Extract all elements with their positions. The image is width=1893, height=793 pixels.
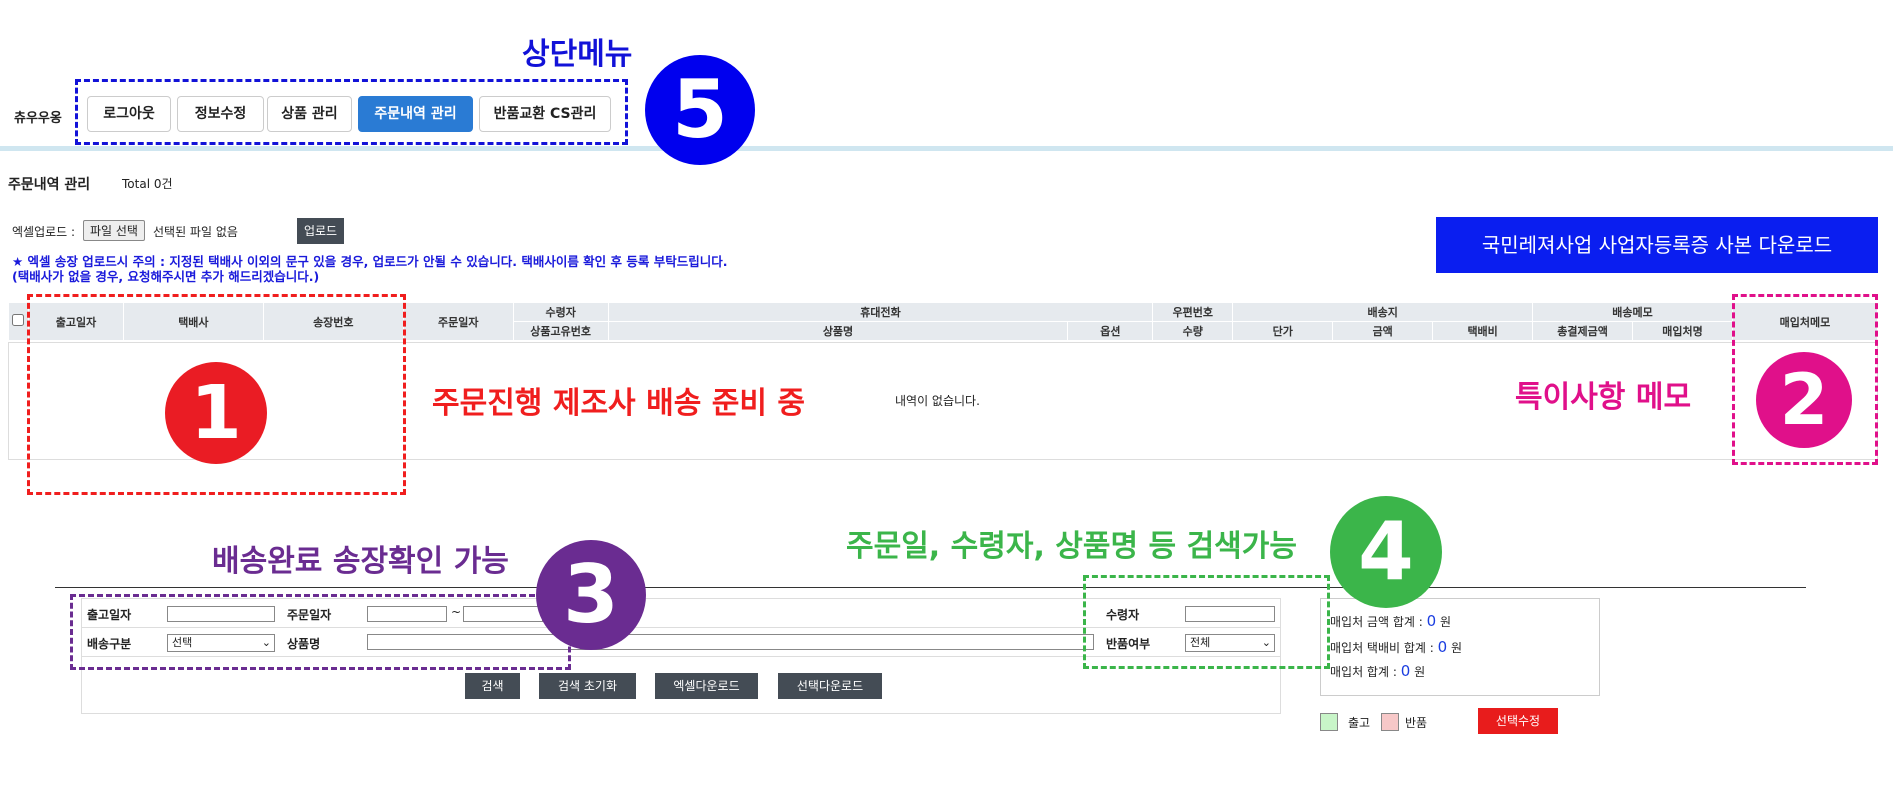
notice-line-2: (택배사가 없을 경우, 요청해주시면 추가 해드리겠습니다.) — [12, 269, 320, 284]
brand-name: 츄우우옹 — [14, 111, 62, 126]
th-product-name: 상품명 — [607, 321, 1069, 341]
th-shipping-fee: 택배비 — [1432, 321, 1534, 341]
excel-upload-label: 엑셀업로드 : — [12, 225, 76, 239]
top-menu-annotation: 상단메뉴 — [522, 37, 633, 72]
select-all-cell — [8, 302, 29, 341]
vendor-amount-value: 0 — [1426, 612, 1437, 630]
edit-selected-button[interactable]: 선택수정 — [1478, 708, 1558, 734]
search-reset-button[interactable]: 검색 초기화 — [539, 673, 636, 699]
th-address: 배송지 — [1232, 302, 1534, 322]
th-total-paid: 총결제금액 — [1532, 321, 1634, 341]
th-order-date: 주문일자 — [402, 302, 514, 341]
vendor-ship-sum: 매입처 택배비 합계 : 0 원 — [1330, 638, 1462, 656]
unit-label: 원 — [1414, 665, 1426, 679]
license-download-button[interactable]: 국민레져사업 사업자등록증 사본 다운로드 — [1436, 217, 1878, 273]
annotation-number-1: 1 — [165, 362, 267, 464]
empty-message: 내역이 없습니다. — [895, 394, 980, 408]
search-dates-highlight — [70, 594, 571, 670]
vendor-amount-sum: 매입처 금액 합계 : 0 원 — [1330, 612, 1451, 630]
upload-button[interactable]: 업로드 — [297, 218, 344, 244]
th-phone: 휴대전화 — [607, 302, 1154, 322]
annotation-text-2: 특이사항 메모 — [1515, 380, 1692, 415]
file-status: 선택된 파일 없음 — [153, 225, 238, 239]
annotation-number-3: 3 — [536, 540, 646, 650]
annotation-text-3: 배송완료 송장확인 가능 — [212, 544, 509, 579]
annotation-text-1: 주문진행 제조사 배송 준비 중 — [432, 386, 805, 421]
unit-label: 원 — [1439, 615, 1452, 629]
th-amount: 금액 — [1332, 321, 1434, 341]
top-menu-highlight — [75, 79, 628, 145]
vendor-ship-value: 0 — [1437, 638, 1448, 656]
th-option: 옵션 — [1067, 321, 1154, 341]
th-unit-price: 단가 — [1232, 321, 1334, 341]
upload-notice: ★ 엑셀 송장 업로드시 주의 : 지정된 택배사 이외의 문구 있을 경우, … — [12, 254, 728, 284]
annotation-number-4: 4 — [1330, 496, 1442, 608]
th-zip: 우편번호 — [1152, 302, 1234, 322]
vendor-total-sum: 매입처 합계 : 0 원 — [1330, 662, 1425, 680]
page-title: 주문내역 관리 — [8, 177, 91, 193]
shipped-legend-swatch — [1320, 713, 1338, 731]
select-all-checkbox[interactable] — [12, 314, 25, 326]
top-divider — [0, 146, 1893, 151]
th-qty: 수량 — [1152, 321, 1234, 341]
unit-label: 원 — [1451, 641, 1463, 655]
total-count: Total 0건 — [122, 177, 173, 191]
vendor-ship-label: 매입처 택배비 합계 : — [1330, 641, 1434, 655]
returned-legend-swatch — [1381, 713, 1399, 731]
th-memo: 배송메모 — [1532, 302, 1733, 322]
file-select-button[interactable]: 파일 선택 — [83, 220, 145, 241]
vendor-amount-label: 매입처 금액 합계 : — [1330, 615, 1423, 629]
shipped-legend-label: 출고 — [1348, 716, 1371, 730]
vendor-total-value: 0 — [1400, 662, 1411, 680]
th-recipient: 수령자 — [512, 302, 609, 322]
vendor-total-label: 매입처 합계 : — [1330, 665, 1397, 679]
select-download-button[interactable]: 선택다운로드 — [778, 673, 882, 699]
returned-legend-label: 반품 — [1405, 716, 1428, 730]
search-button[interactable]: 검색 — [465, 673, 520, 699]
annotation-number-5: 5 — [645, 55, 755, 165]
notice-line-1: ★ 엑셀 송장 업로드시 주의 : 지정된 택배사 이외의 문구 있을 경우, … — [12, 254, 728, 269]
excel-download-button[interactable]: 엑셀다운로드 — [655, 673, 758, 699]
th-vendor-name: 매입처명 — [1632, 321, 1733, 341]
annotation-number-2: 2 — [1756, 352, 1852, 448]
search-fields-highlight — [1083, 575, 1330, 669]
th-product-id: 상품고유번호 — [512, 321, 609, 341]
search-divider — [55, 587, 1806, 588]
annotation-text-4: 주문일, 수령자, 상품명 등 검색가능 — [846, 529, 1297, 564]
